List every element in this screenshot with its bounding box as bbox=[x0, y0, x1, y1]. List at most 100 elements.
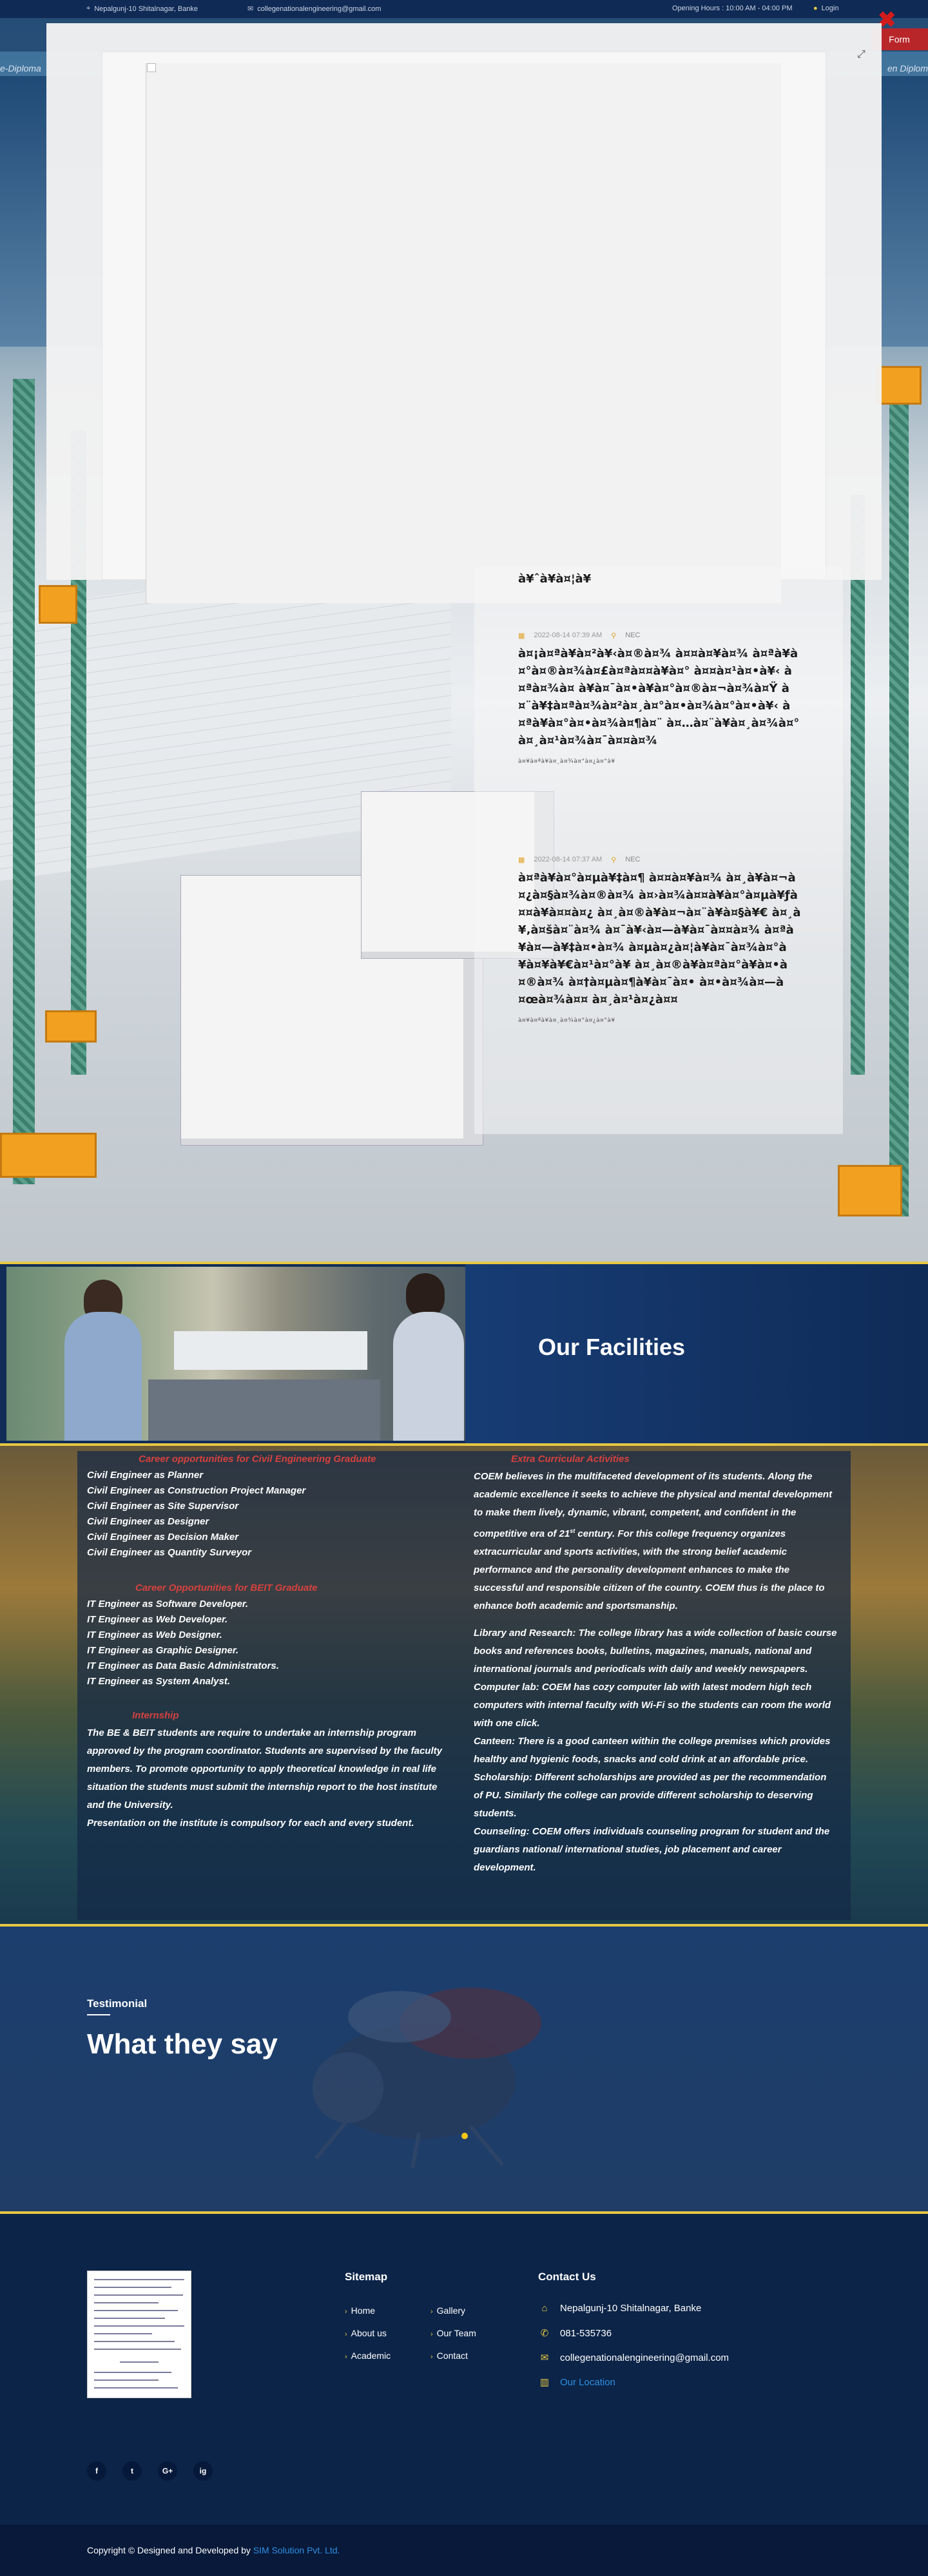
instagram-icon[interactable]: ig bbox=[193, 2461, 213, 2481]
contact-email[interactable]: ✉ collegenationalengineering@gmail.com bbox=[538, 2352, 729, 2364]
footer-link-label[interactable]: About us bbox=[351, 2328, 387, 2338]
footer-link-gallery[interactable]: › Gallery bbox=[430, 2305, 465, 2316]
crane-cabin-right-low bbox=[838, 1165, 902, 1216]
facilities-banner bbox=[465, 1264, 928, 1443]
news-panel: à¥ˆà¥à¤¦à¥ ▦ 2022-08-14 07:39 AM ⚲ NEC à… bbox=[474, 567, 843, 1134]
apply-form-label[interactable]: Form bbox=[889, 34, 910, 44]
contact-phone-text[interactable]: 081-535736 bbox=[560, 2328, 612, 2339]
login-link[interactable]: ● Login bbox=[813, 5, 839, 12]
expand-icon[interactable]: ⤢ bbox=[857, 49, 865, 61]
list-item: Civil Engineer as Designer bbox=[87, 1516, 209, 1527]
civil-career-heading: Career opportunities for Civil Engineeri… bbox=[139, 1454, 376, 1465]
footer-link-home[interactable]: › Home bbox=[345, 2305, 375, 2316]
topbar-address-text: Nepalgunj-10 Shitalnagar, Banke bbox=[94, 5, 198, 13]
news-meta: ▦ 2022-08-14 07:37 AM ⚲ NEC bbox=[518, 856, 802, 864]
footer-link-label[interactable]: Home bbox=[351, 2305, 375, 2316]
modal-lightbox: ⤢ bbox=[46, 23, 882, 603]
list-item: Civil Engineer as Site Supervisor bbox=[87, 1501, 239, 1512]
carousel-dot[interactable] bbox=[461, 2133, 468, 2139]
contact-location[interactable]: ▥ Our Location bbox=[538, 2376, 615, 2389]
sitemap-title: Sitemap bbox=[345, 2271, 388, 2283]
photo-wall bbox=[174, 1331, 367, 1370]
counseling-paragraph: Counseling: COEM offers individuals coun… bbox=[474, 1826, 830, 1873]
footer-link-label[interactable]: Our Team bbox=[437, 2328, 476, 2338]
developer-link[interactable]: SIM Solution Pvt. Ltd. bbox=[253, 2545, 340, 2555]
home-icon: ⌂ bbox=[541, 2303, 548, 2314]
google-plus-glyph[interactable]: G+ bbox=[162, 2466, 173, 2475]
login-label[interactable]: Login bbox=[822, 5, 839, 12]
news-item[interactable]: ▦ 2022-08-14 07:37 AM ⚲ NEC à¤ªà¥à¤°à¤µà… bbox=[518, 856, 802, 1024]
topbar-email[interactable]: ✉ collegenationalengineering@gmail.com bbox=[247, 5, 381, 14]
top-bar: ⌖ Nepalgunj-10 Shitalnagar, Banke ✉ coll… bbox=[0, 0, 928, 18]
news-date: 2022-08-14 07:39 AM bbox=[534, 631, 603, 639]
crane-right-mast bbox=[889, 379, 909, 1216]
notice-document-thumbnail[interactable] bbox=[87, 2271, 191, 2398]
canteen-paragraph: Canteen: There is a good canteen within … bbox=[474, 1736, 831, 1765]
news-title[interactable]: à¤¡à¤ªà¥à¤²à¥‹à¤®à¤¾ à¤¤à¤¥à¤¾ à¤ªà¥à¤°à… bbox=[518, 645, 802, 749]
user-icon: ● bbox=[813, 5, 818, 12]
pin-icon: ⚲ bbox=[611, 632, 617, 640]
contact-title: Contact Us bbox=[538, 2271, 596, 2283]
photo-person bbox=[393, 1312, 464, 1441]
contact-phone[interactable]: ✆ 081-535736 bbox=[538, 2327, 612, 2340]
extra-curricular-text: COEM believes in the multifaceted develo… bbox=[474, 1468, 838, 1877]
list-item: Civil Engineer as Construction Project M… bbox=[87, 1485, 306, 1496]
internship-paragraph: Presentation on the institute is compuls… bbox=[87, 1818, 414, 1829]
chevron-right-icon: › bbox=[430, 2308, 433, 2316]
list-item: Civil Engineer as Planner bbox=[87, 1470, 204, 1481]
chevron-right-icon: › bbox=[345, 2353, 347, 2361]
google-plus-icon[interactable]: G+ bbox=[158, 2461, 177, 2481]
computer-lab-paragraph: Computer lab: COEM has cozy computer lab… bbox=[474, 1682, 831, 1729]
extra-curricular-heading: Extra Curricular Activities bbox=[511, 1454, 630, 1465]
topbar-email-text[interactable]: collegenationalengineering@gmail.com bbox=[257, 5, 381, 13]
map-icon: ▥ bbox=[539, 2377, 550, 2388]
contact-email-text[interactable]: collegenationalengineering@gmail.com bbox=[560, 2352, 729, 2363]
topbar-hours: Opening Hours : 10:00 AM - 04:00 PM bbox=[672, 5, 793, 12]
photo-water bbox=[148, 1379, 380, 1441]
copyright-bar: Copyright © Designed and Developed by SI… bbox=[0, 2524, 928, 2576]
contact-location-text[interactable]: Our Location bbox=[560, 2377, 615, 2388]
list-item: IT Engineer as Web Developer. bbox=[87, 1614, 228, 1625]
facilities-title: Our Facilities bbox=[538, 1334, 686, 1360]
contact-address: ⌂ Nepalgunj-10 Shitalnagar, Banke bbox=[538, 2303, 701, 2314]
crane-base bbox=[0, 1133, 97, 1178]
footer-link-label[interactable]: Contact bbox=[437, 2350, 468, 2361]
testimonial-heading: What they say bbox=[87, 2028, 278, 2060]
list-item: IT Engineer as Software Developer. bbox=[87, 1599, 249, 1610]
news-top-line: à¥ˆà¥à¤¦à¥ bbox=[518, 572, 592, 586]
topbar-address: ⌖ Nepalgunj-10 Shitalnagar, Banke bbox=[86, 5, 198, 13]
internship-heading: Internship bbox=[132, 1710, 179, 1721]
footer-link-about[interactable]: › About us bbox=[345, 2328, 387, 2338]
twitter-glyph[interactable]: t bbox=[131, 2466, 133, 2475]
facebook-glyph[interactable]: f bbox=[95, 2466, 98, 2475]
hero-left-label: e-Diploma bbox=[0, 63, 41, 73]
scholarship-paragraph: Scholarship: Different scholarships are … bbox=[474, 1772, 827, 1819]
footer-link-label[interactable]: Academic bbox=[351, 2350, 391, 2361]
footer-link-contact[interactable]: › Contact bbox=[430, 2350, 468, 2361]
news-meta: ▦ 2022-08-14 07:39 AM ⚲ NEC bbox=[518, 631, 802, 640]
testimonial-label: Testimonial bbox=[87, 1997, 148, 2010]
testimonial-section: Testimonial What they say bbox=[0, 1927, 928, 2211]
news-title[interactable]: à¤ªà¥à¤°à¤µà¥‡à¤¶ à¤¤à¤¥à¤¾ à¤¸à¥à¤¬à¤¿à… bbox=[518, 869, 802, 1008]
news-author: NEC bbox=[625, 856, 641, 863]
bee-illustration bbox=[313, 1988, 541, 2169]
twitter-icon[interactable]: t bbox=[122, 2461, 142, 2481]
photo-person bbox=[64, 1312, 142, 1441]
facebook-icon[interactable]: f bbox=[87, 2461, 106, 2481]
chevron-right-icon: › bbox=[430, 2331, 433, 2338]
facilities-photo bbox=[6, 1267, 465, 1441]
footer-link-academic[interactable]: › Academic bbox=[345, 2350, 391, 2361]
footer-link-label[interactable]: Gallery bbox=[437, 2305, 465, 2316]
location-pin-icon: ⌖ bbox=[86, 5, 91, 12]
hero-right-label: en Diplom bbox=[887, 63, 928, 73]
contact-address-text: Nepalgunj-10 Shitalnagar, Banke bbox=[560, 2303, 702, 2314]
news-item[interactable]: ▦ 2022-08-14 07:39 AM ⚲ NEC à¤¡à¤ªà¥à¤²à… bbox=[518, 631, 802, 765]
news-read-more[interactable]: à¤¥à¤ªà¥à¤¸à¤¾à¤°à¤¿à¤°à¥ bbox=[518, 758, 802, 765]
broken-image-icon bbox=[147, 63, 156, 72]
footer-link-team[interactable]: › Our Team bbox=[430, 2328, 476, 2338]
instagram-glyph[interactable]: ig bbox=[200, 2466, 207, 2475]
crane-cabin-right bbox=[876, 366, 922, 405]
copyright-text: Copyright © Designed and Developed by SI… bbox=[87, 2545, 340, 2555]
news-read-more[interactable]: à¤¥à¤ªà¥à¤¸à¤¾à¤°à¤¿à¤°à¥ bbox=[518, 1017, 802, 1024]
